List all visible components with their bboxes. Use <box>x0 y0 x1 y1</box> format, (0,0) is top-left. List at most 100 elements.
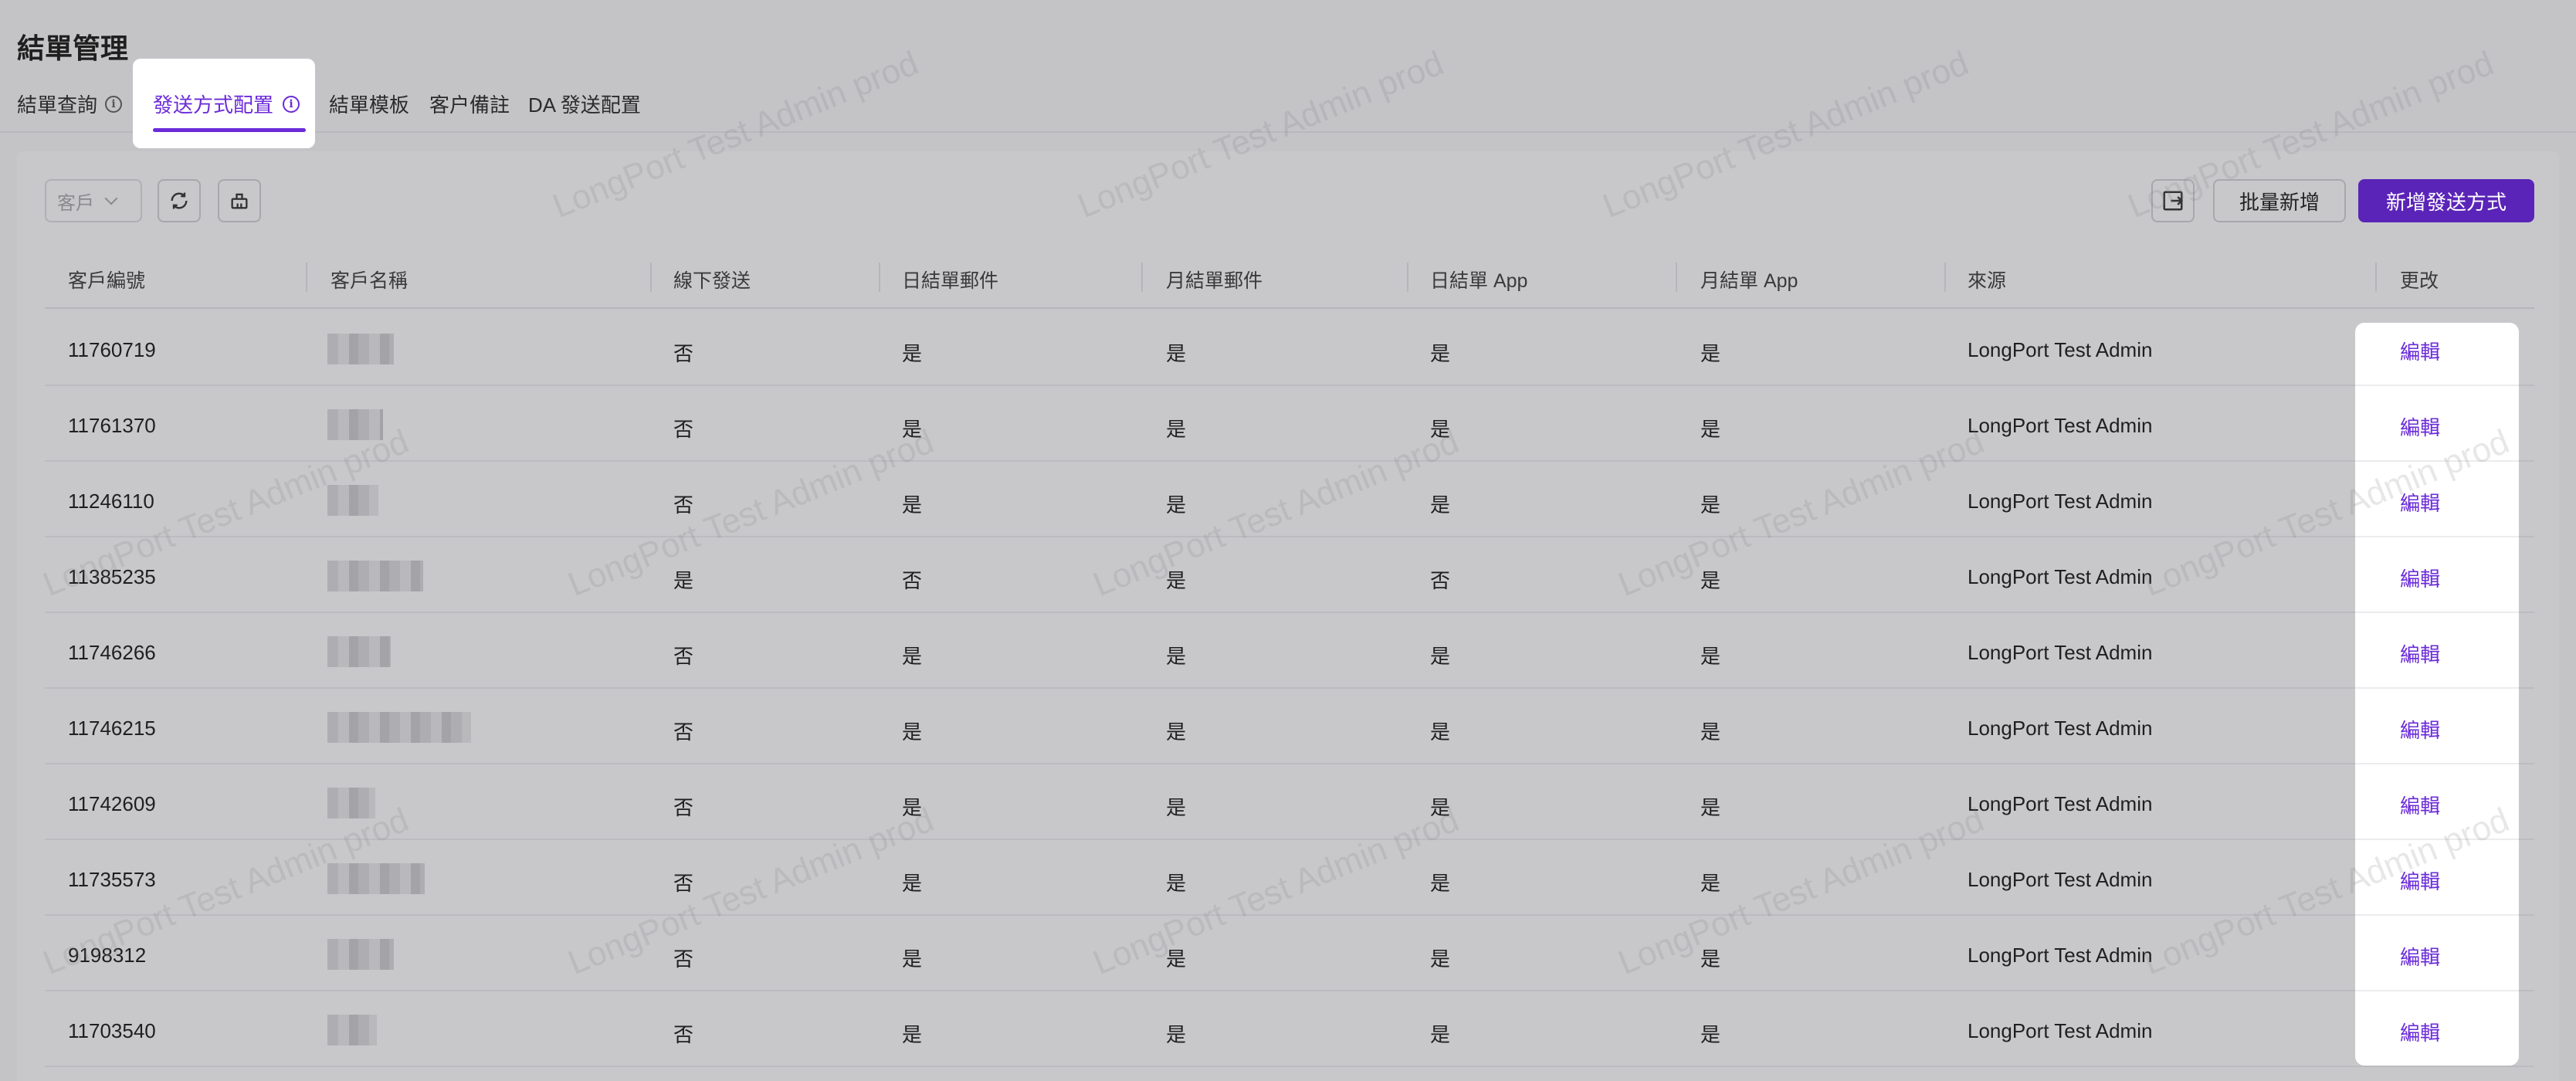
table-row: 11746266 否 是 是 是 是 LongPort Test Admin <box>45 613 2534 689</box>
tab-statement-query[interactable]: 結單查詢 i <box>17 90 123 118</box>
cell-monthly-app: 是 <box>1700 342 1721 365</box>
tab-statement-template[interactable]: 結單模板 <box>329 90 409 118</box>
cell-monthly-email: 是 <box>1166 342 1187 365</box>
edit-link[interactable]: 編輯 <box>2400 866 2440 895</box>
tab-da-send-config[interactable]: DA 發送配置 <box>528 90 641 118</box>
cell-daily-email: 是 <box>902 872 923 895</box>
cell-source: LongPort Test Admin <box>1968 490 2153 513</box>
cell-id: 9198312 <box>68 944 147 967</box>
customer-filter-select[interactable]: 客戶 <box>45 179 142 222</box>
cell-id: 11385235 <box>68 565 156 588</box>
column-header: 日結單郵件 <box>902 270 999 292</box>
table-row: 9198312 否 是 是 是 是 LongPort Test Admin <box>45 916 2534 991</box>
cell-daily-email: 是 <box>902 645 923 668</box>
add-send-method-button[interactable]: 新增發送方式 <box>2358 179 2534 222</box>
cell-daily-email: 是 <box>902 796 923 819</box>
table-row: 11761370 否 是 是 是 是 LongPort Test Admin <box>45 386 2534 462</box>
cell-offline: 否 <box>673 947 694 971</box>
batch-add-button[interactable]: 批量新增 <box>2213 179 2346 222</box>
cell-id: 11761370 <box>68 414 156 437</box>
cell-id: 11735573 <box>68 868 156 891</box>
active-tab-underline <box>153 128 306 132</box>
edit-row-divider <box>2355 385 2519 386</box>
refresh-button[interactable] <box>158 179 201 222</box>
cell-daily-email: 是 <box>902 720 923 744</box>
column-divider <box>650 263 652 292</box>
cell-daily-app: 是 <box>1430 1023 1451 1046</box>
cell-monthly-email: 是 <box>1166 872 1187 895</box>
edit-link[interactable]: 編輯 <box>2400 715 2440 744</box>
cell-monthly-email: 是 <box>1166 796 1187 819</box>
cell-daily-email: 是 <box>902 1023 923 1046</box>
info-icon[interactable]: i <box>105 95 123 113</box>
cell-daily-app: 否 <box>1430 569 1451 592</box>
customer-name-redacted <box>327 561 423 591</box>
table-row: 11760719 否 是 是 是 是 LongPort Test Admin <box>45 310 2534 386</box>
cell-daily-app: 是 <box>1430 342 1451 365</box>
export-button[interactable] <box>2151 179 2195 222</box>
cell-daily-app: 是 <box>1430 947 1451 971</box>
edit-link[interactable]: 編輯 <box>2400 412 2440 441</box>
cell-source: LongPort Test Admin <box>1968 717 2153 740</box>
column-header: 線下發送 <box>673 270 751 292</box>
refresh-icon <box>171 192 188 209</box>
customer-name-redacted <box>327 409 383 440</box>
cell-daily-app: 是 <box>1430 796 1451 819</box>
column-header: 月結單郵件 <box>1166 270 1263 292</box>
cell-monthly-app: 是 <box>1700 947 1721 971</box>
cell-monthly-app: 是 <box>1700 1023 1721 1046</box>
cell-monthly-email: 是 <box>1166 645 1187 668</box>
cell-id: 11742609 <box>68 792 156 815</box>
column-divider <box>1407 263 1408 292</box>
tab-label: 發送方式配置 <box>153 93 274 117</box>
cell-monthly-app: 是 <box>1700 645 1721 668</box>
select-value: 客戶 <box>57 192 94 214</box>
edit-row-divider <box>2355 763 2519 764</box>
tab-label: DA 發送配置 <box>528 93 641 117</box>
edit-link[interactable]: 編輯 <box>2400 791 2440 819</box>
cell-daily-email: 否 <box>902 569 923 592</box>
cell-source: LongPort Test Admin <box>1968 338 2153 361</box>
tab-label: 結單模板 <box>329 93 410 117</box>
info-icon[interactable]: i <box>283 95 300 113</box>
table-row: 11385235 是 否 是 否 是 LongPort Test Admin <box>45 537 2534 613</box>
cell-offline: 否 <box>673 720 694 744</box>
cell-monthly-email: 是 <box>1166 569 1187 592</box>
edit-row-divider <box>2355 460 2519 462</box>
customer-name-redacted <box>327 788 375 818</box>
cell-daily-app: 是 <box>1430 872 1451 895</box>
edit-link[interactable]: 編輯 <box>2400 564 2440 592</box>
cell-source: LongPort Test Admin <box>1968 414 2153 437</box>
column-divider <box>1944 263 1946 292</box>
cell-source: LongPort Test Admin <box>1968 944 2153 967</box>
edit-link[interactable]: 編輯 <box>2400 488 2440 517</box>
edit-row-divider <box>2355 687 2519 689</box>
table-row: 11746215 否 是 是 是 是 LongPort Test Admin <box>45 689 2534 764</box>
cell-source: LongPort Test Admin <box>1968 641 2153 664</box>
customer-name-redacted <box>327 636 391 667</box>
cell-monthly-app: 是 <box>1700 872 1721 895</box>
tab-send-method-config[interactable]: 發送方式配置 i <box>153 90 300 118</box>
cell-daily-app: 是 <box>1430 645 1451 668</box>
table-row: 11742609 否 是 是 是 是 LongPort Test Admin <box>45 764 2534 840</box>
cell-monthly-email: 是 <box>1166 418 1187 441</box>
cell-monthly-app: 是 <box>1700 493 1721 517</box>
edit-link[interactable]: 編輯 <box>2400 639 2440 668</box>
edit-link[interactable]: 編輯 <box>2400 1018 2440 1046</box>
chevron-down-icon <box>104 191 118 205</box>
clear-button[interactable] <box>218 179 261 222</box>
cell-id: 11246110 <box>68 490 154 513</box>
cell-id: 11746215 <box>68 717 156 740</box>
cell-monthly-email: 是 <box>1166 947 1187 971</box>
tab-customer-notes[interactable]: 客户備註 <box>429 90 510 118</box>
table-row: 11735573 否 是 是 是 是 LongPort Test Admin <box>45 840 2534 916</box>
column-divider <box>1141 263 1143 292</box>
cell-daily-app: 是 <box>1430 493 1451 517</box>
cell-id: 11703540 <box>68 1019 156 1042</box>
column-divider <box>306 263 307 292</box>
cell-offline: 否 <box>673 1023 694 1046</box>
cell-daily-email: 是 <box>902 493 923 517</box>
edit-link[interactable]: 編輯 <box>2400 942 2440 971</box>
broom-icon <box>231 193 248 209</box>
edit-link[interactable]: 編輯 <box>2400 337 2440 365</box>
